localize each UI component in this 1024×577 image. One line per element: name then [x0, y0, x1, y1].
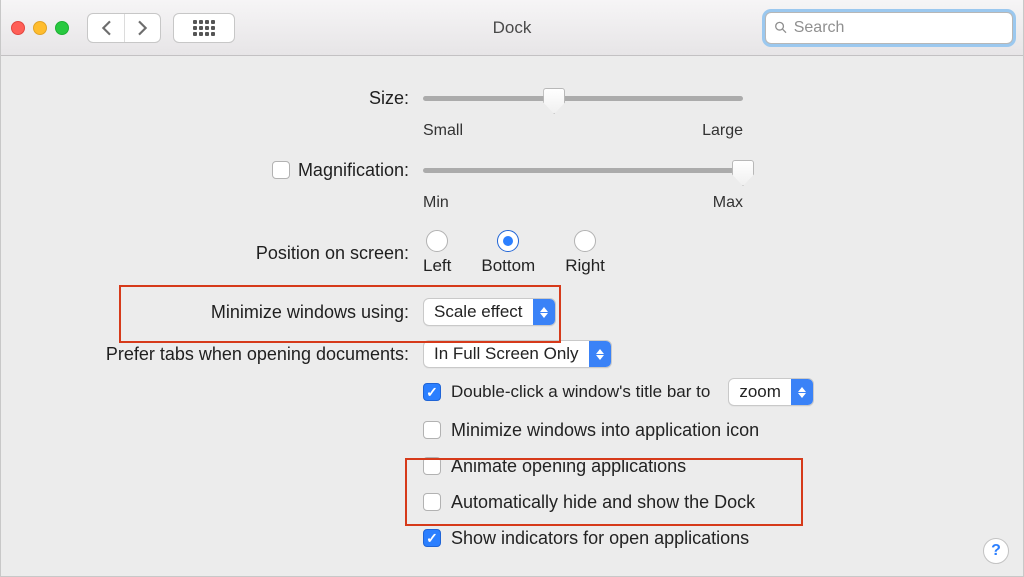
tabs-pref-value: In Full Screen Only [424, 341, 589, 367]
updown-icon [791, 379, 813, 405]
auto-hide-dock-checkbox[interactable] [423, 493, 441, 511]
search-field[interactable] [765, 12, 1013, 44]
option-row-auto-hide: Automatically hide and show the Dock [25, 486, 999, 518]
search-input[interactable] [794, 19, 1004, 37]
nav-buttons [87, 13, 161, 43]
size-tick-max: Large [702, 122, 743, 140]
window-title: Dock [493, 18, 532, 38]
position-bottom[interactable]: Bottom [481, 230, 535, 276]
preferences-content: Size: Small Large Magnification: [1, 56, 1023, 570]
double-click-label: Double-click a window's title bar to [451, 382, 710, 402]
size-label: Size: [25, 88, 423, 109]
radio-icon [497, 230, 519, 252]
option-label: Minimize windows into application icon [451, 420, 759, 441]
position-label: Position on screen: [25, 243, 423, 264]
magnification-label: Magnification: [298, 160, 409, 181]
minimize-into-app-checkbox[interactable] [423, 421, 441, 439]
radio-label: Bottom [481, 256, 535, 276]
show-indicators-checkbox[interactable] [423, 529, 441, 547]
position-left[interactable]: Left [423, 230, 451, 276]
mag-tick-min: Min [423, 194, 449, 212]
minimize-window-button[interactable] [33, 21, 47, 35]
double-click-action-value: zoom [729, 379, 791, 405]
back-button[interactable] [88, 14, 124, 42]
size-slider[interactable] [423, 89, 743, 107]
search-icon [774, 20, 788, 35]
minimize-label: Minimize windows using: [25, 302, 423, 323]
updown-icon [533, 299, 555, 325]
minimize-effect-value: Scale effect [424, 299, 533, 325]
double-click-row: Double-click a window's title bar to zoo… [25, 376, 999, 408]
toolbar: Dock [1, 0, 1023, 56]
minimize-effect-select[interactable]: Scale effect [423, 298, 556, 326]
tabs-pref-row: Prefer tabs when opening documents: In F… [25, 338, 999, 370]
magnification-row: Magnification: [25, 154, 999, 186]
radio-icon [426, 230, 448, 252]
position-row: Position on screen: Left Bottom Right [25, 230, 999, 276]
double-click-action-select[interactable]: zoom [728, 378, 814, 406]
updown-icon [589, 341, 611, 367]
option-label: Animate opening applications [451, 456, 686, 477]
chevron-left-icon [100, 20, 112, 36]
position-radio-group: Left Bottom Right [423, 230, 605, 276]
zoom-window-button[interactable] [55, 21, 69, 35]
magnification-ticks: Min Max [25, 188, 999, 220]
chevron-right-icon [137, 20, 149, 36]
option-row-animate-open: Animate opening applications [25, 450, 999, 482]
size-slider-thumb[interactable] [543, 88, 565, 114]
option-label: Automatically hide and show the Dock [451, 492, 755, 513]
radio-label: Left [423, 256, 451, 276]
option-label: Show indicators for open applications [451, 528, 749, 549]
option-row-minimize-into-app: Minimize windows into application icon [25, 414, 999, 446]
size-row: Size: [25, 82, 999, 114]
tabs-pref-label: Prefer tabs when opening documents: [25, 344, 423, 365]
minimize-row: Minimize windows using: Scale effect [25, 296, 999, 328]
radio-label: Right [565, 256, 605, 276]
mag-tick-max: Max [713, 194, 743, 212]
animate-opening-checkbox[interactable] [423, 457, 441, 475]
close-window-button[interactable] [11, 21, 25, 35]
double-click-checkbox[interactable] [423, 383, 441, 401]
forward-button[interactable] [124, 14, 160, 42]
window-controls [11, 21, 69, 35]
help-button[interactable]: ? [983, 538, 1009, 564]
grid-icon [193, 20, 215, 36]
size-tick-min: Small [423, 122, 463, 140]
magnification-slider-thumb[interactable] [732, 160, 754, 186]
show-all-button[interactable] [173, 13, 235, 43]
magnification-checkbox[interactable] [272, 161, 290, 179]
tabs-pref-select[interactable]: In Full Screen Only [423, 340, 612, 368]
radio-icon [574, 230, 596, 252]
size-ticks: Small Large [25, 116, 999, 148]
magnification-slider[interactable] [423, 161, 743, 179]
option-row-show-indicators: Show indicators for open applications [25, 522, 999, 554]
position-right[interactable]: Right [565, 230, 605, 276]
